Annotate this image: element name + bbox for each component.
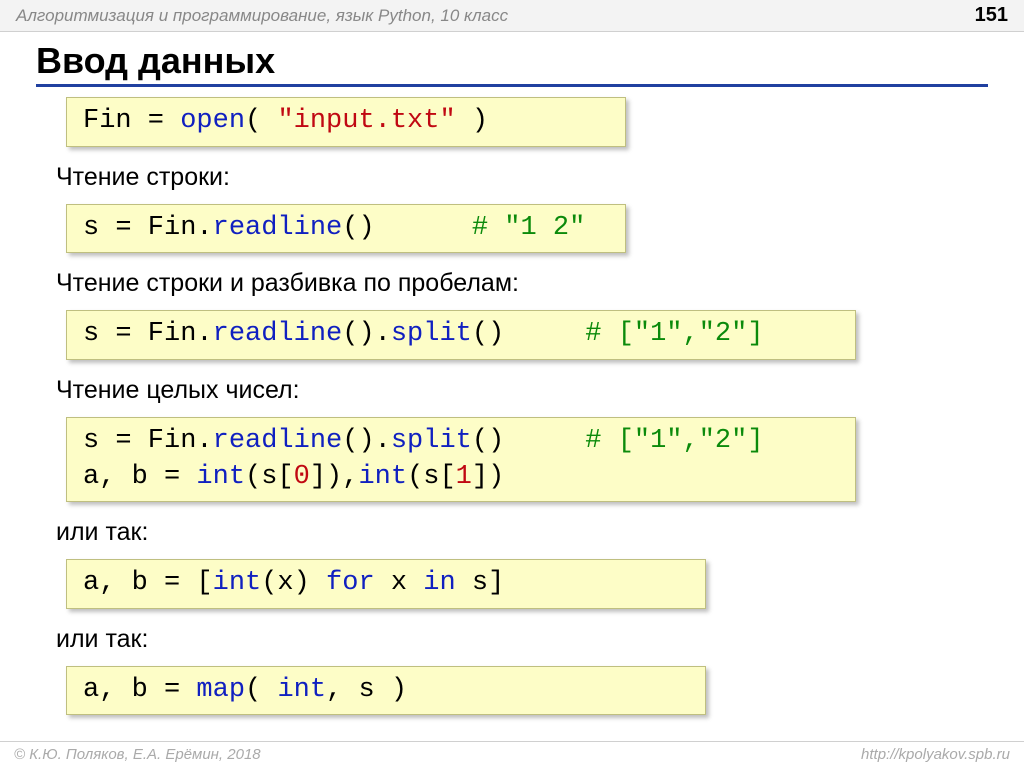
section-label: или так: — [56, 518, 988, 547]
code-token: () — [472, 319, 585, 349]
section-label: Чтение строки: — [56, 163, 988, 192]
code-token: (). — [342, 319, 391, 349]
footer-left: © К.Ю. Поляков, Е.А. Ерёмин, 2018 — [14, 746, 261, 763]
code-block: s = Fin.readline().split() # ["1","2"] a… — [66, 417, 856, 502]
code-token: () — [342, 213, 472, 243]
code-block: a, b = map( int, s ) — [66, 666, 706, 716]
code-block: s = Fin.readline() # "1 2" — [66, 204, 626, 254]
code-token: int — [213, 568, 262, 598]
code-token: # ["1","2"] — [585, 426, 763, 456]
code-token: (x) — [261, 568, 326, 598]
code-token: int — [358, 462, 407, 492]
code-token: (). — [342, 426, 391, 456]
code-token: Fin = — [83, 106, 180, 136]
code-block: s = Fin.readline().split() # ["1","2"] — [66, 310, 856, 360]
code-token: in — [423, 568, 455, 598]
code-token: 1 — [456, 462, 472, 492]
page-number: 151 — [975, 4, 1008, 27]
code-token: split — [391, 426, 472, 456]
code-token: map — [196, 675, 245, 705]
breadcrumb: Алгоритмизация и программирование, язык … — [16, 6, 508, 26]
blocks-container: Fin = open( "input.txt" )Чтение строки:s… — [36, 91, 988, 721]
code-token: (s[ — [407, 462, 456, 492]
code-token: a, b = — [83, 462, 196, 492]
code-token: s = Fin. — [83, 213, 213, 243]
code-token: ]) — [472, 462, 504, 492]
footer-right: http://kpolyakov.spb.ru — [861, 746, 1010, 763]
code-token: int — [196, 462, 245, 492]
code-token: # "1 2" — [472, 213, 585, 243]
code-token: ) — [456, 106, 488, 136]
code-token: readline — [213, 213, 343, 243]
code-token: "input.txt" — [277, 106, 455, 136]
code-token: , s ) — [326, 675, 407, 705]
section-label: или так: — [56, 625, 988, 654]
section-label: Чтение строки и разбивка по пробелам: — [56, 269, 988, 298]
code-block: Fin = open( "input.txt" ) — [66, 97, 626, 147]
code-token: () — [472, 426, 585, 456]
code-token: # ["1","2"] — [585, 319, 763, 349]
slide-footer: © К.Ю. Поляков, Е.А. Ерёмин, 2018 http:/… — [0, 741, 1024, 767]
code-token: open — [180, 106, 245, 136]
code-token: x — [375, 568, 424, 598]
page-title: Ввод данных — [36, 40, 988, 87]
code-block: a, b = [int(x) for x in s] — [66, 559, 706, 609]
code-token: for — [326, 568, 375, 598]
slide-header: Алгоритмизация и программирование, язык … — [0, 0, 1024, 32]
code-token: ( — [245, 106, 277, 136]
slide-content: Ввод данных Fin = open( "input.txt" )Чте… — [0, 32, 1024, 721]
code-token: a, b = [ — [83, 568, 213, 598]
code-token: readline — [213, 319, 343, 349]
code-token: ]), — [310, 462, 359, 492]
code-token: s] — [456, 568, 505, 598]
code-token: 0 — [294, 462, 310, 492]
code-token: readline — [213, 426, 343, 456]
code-token: int — [277, 675, 326, 705]
code-token: s = Fin. — [83, 319, 213, 349]
code-token: ( — [245, 675, 277, 705]
code-token: (s[ — [245, 462, 294, 492]
section-label: Чтение целых чисел: — [56, 376, 988, 405]
code-token: a, b = — [83, 675, 196, 705]
code-token: split — [391, 319, 472, 349]
code-token: s = Fin. — [83, 426, 213, 456]
